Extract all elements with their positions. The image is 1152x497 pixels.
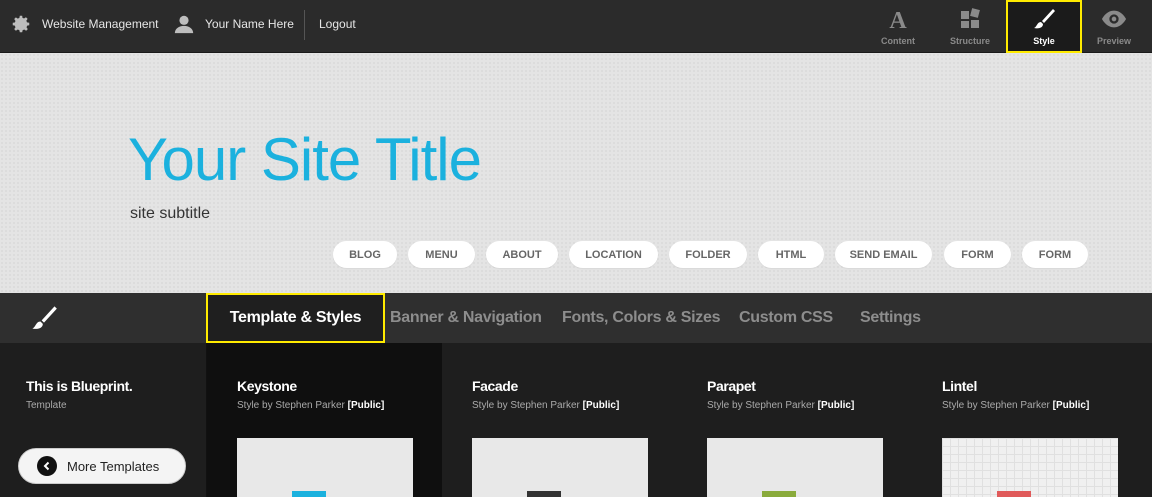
nav-item-menu[interactable]: MENU [408, 241, 475, 268]
style-thumbnail [472, 438, 648, 497]
nav-item-blog[interactable]: BLOG [333, 241, 397, 268]
more-templates-label: More Templates [67, 458, 160, 474]
style-author: Style by Stephen Parker [Public] [237, 400, 385, 411]
template-info: This is Blueprint. Template More Templat… [0, 343, 207, 497]
brush-icon [1031, 6, 1057, 32]
tab-settings[interactable]: Settings [860, 293, 921, 343]
website-management-link[interactable]: Website Management [10, 0, 159, 48]
tool-preview-label: Preview [1096, 36, 1132, 46]
tool-style-label: Style [1033, 36, 1055, 46]
template-type: Template [26, 400, 67, 411]
style-author: Style by Stephen Parker [Public] [707, 400, 855, 411]
tab-template-styles[interactable]: Template & Styles [206, 293, 385, 343]
logout-link[interactable]: Logout [319, 0, 356, 48]
style-card-lintel[interactable]: Lintel Style by Stephen Parker [Public] [912, 343, 1147, 497]
style-card-parapet[interactable]: Parapet Style by Stephen Parker [Public] [677, 343, 912, 497]
eye-icon [1101, 6, 1127, 32]
tool-structure-label: Structure [949, 36, 990, 46]
style-author: Style by Stephen Parker [Public] [472, 400, 620, 411]
style-swatch [997, 491, 1031, 497]
tool-structure[interactable]: Structure [932, 0, 1008, 53]
nav-item-form[interactable]: FORM [944, 241, 1011, 268]
user-icon [174, 15, 194, 34]
gear-icon [12, 15, 30, 33]
tab-banner-navigation[interactable]: Banner & Navigation [390, 293, 542, 343]
style-name: Facade [472, 378, 518, 394]
top-toolbar: Website Management Your Name Here Logout… [0, 0, 1152, 53]
style-swatch [292, 491, 326, 497]
style-name: Keystone [237, 378, 297, 394]
toolbar-divider [304, 10, 305, 40]
tool-content-label: Content [881, 36, 915, 46]
style-thumbnail [237, 438, 413, 497]
tool-content[interactable]: A Content [860, 0, 936, 53]
style-name: Parapet [707, 378, 756, 394]
site-subtitle[interactable]: site subtitle [130, 205, 210, 223]
website-management-label: Website Management [42, 17, 159, 31]
svg-text:A: A [889, 8, 907, 31]
site-title[interactable]: Your Site Title [128, 125, 482, 194]
style-tab-bar: Template & Styles Banner & Navigation Fo… [0, 293, 1152, 343]
style-swatch [527, 491, 561, 497]
chevron-left-icon [37, 456, 57, 476]
tab-custom-css[interactable]: Custom CSS [739, 293, 833, 343]
text-a-icon: A [885, 6, 911, 32]
nav-item-folder[interactable]: FOLDER [669, 241, 747, 268]
nav-item-location[interactable]: LOCATION [569, 241, 658, 268]
style-author: Style by Stephen Parker [Public] [942, 400, 1090, 411]
style-thumbnail [707, 438, 883, 497]
nav-item-html[interactable]: HTML [758, 241, 824, 268]
user-account-link[interactable]: Your Name Here [173, 0, 294, 48]
tab-fonts-colors-sizes[interactable]: Fonts, Colors & Sizes [562, 293, 720, 343]
style-name: Lintel [942, 378, 977, 394]
style-thumbnail [942, 438, 1118, 497]
nav-item-form-2[interactable]: FORM [1022, 241, 1088, 268]
style-card-keystone[interactable]: Keystone Style by Stephen Parker [Public… [207, 343, 442, 497]
nav-item-about[interactable]: ABOUT [486, 241, 558, 268]
style-card-facade[interactable]: Facade Style by Stephen Parker [Public] [442, 343, 677, 497]
blocks-icon [957, 6, 983, 32]
user-name-label: Your Name Here [205, 17, 294, 31]
more-templates-button[interactable]: More Templates [18, 448, 186, 484]
brush-icon [32, 306, 57, 329]
template-name: This is Blueprint. [26, 378, 133, 394]
style-swatch [762, 491, 796, 497]
nav-item-send-email[interactable]: SEND EMAIL [835, 241, 932, 268]
tool-style[interactable]: Style [1006, 0, 1082, 53]
site-banner: Your Site Title site subtitle BLOG MENU … [0, 53, 1152, 293]
styles-panel: This is Blueprint. Template More Templat… [0, 343, 1152, 497]
tool-preview[interactable]: Preview [1076, 0, 1152, 53]
